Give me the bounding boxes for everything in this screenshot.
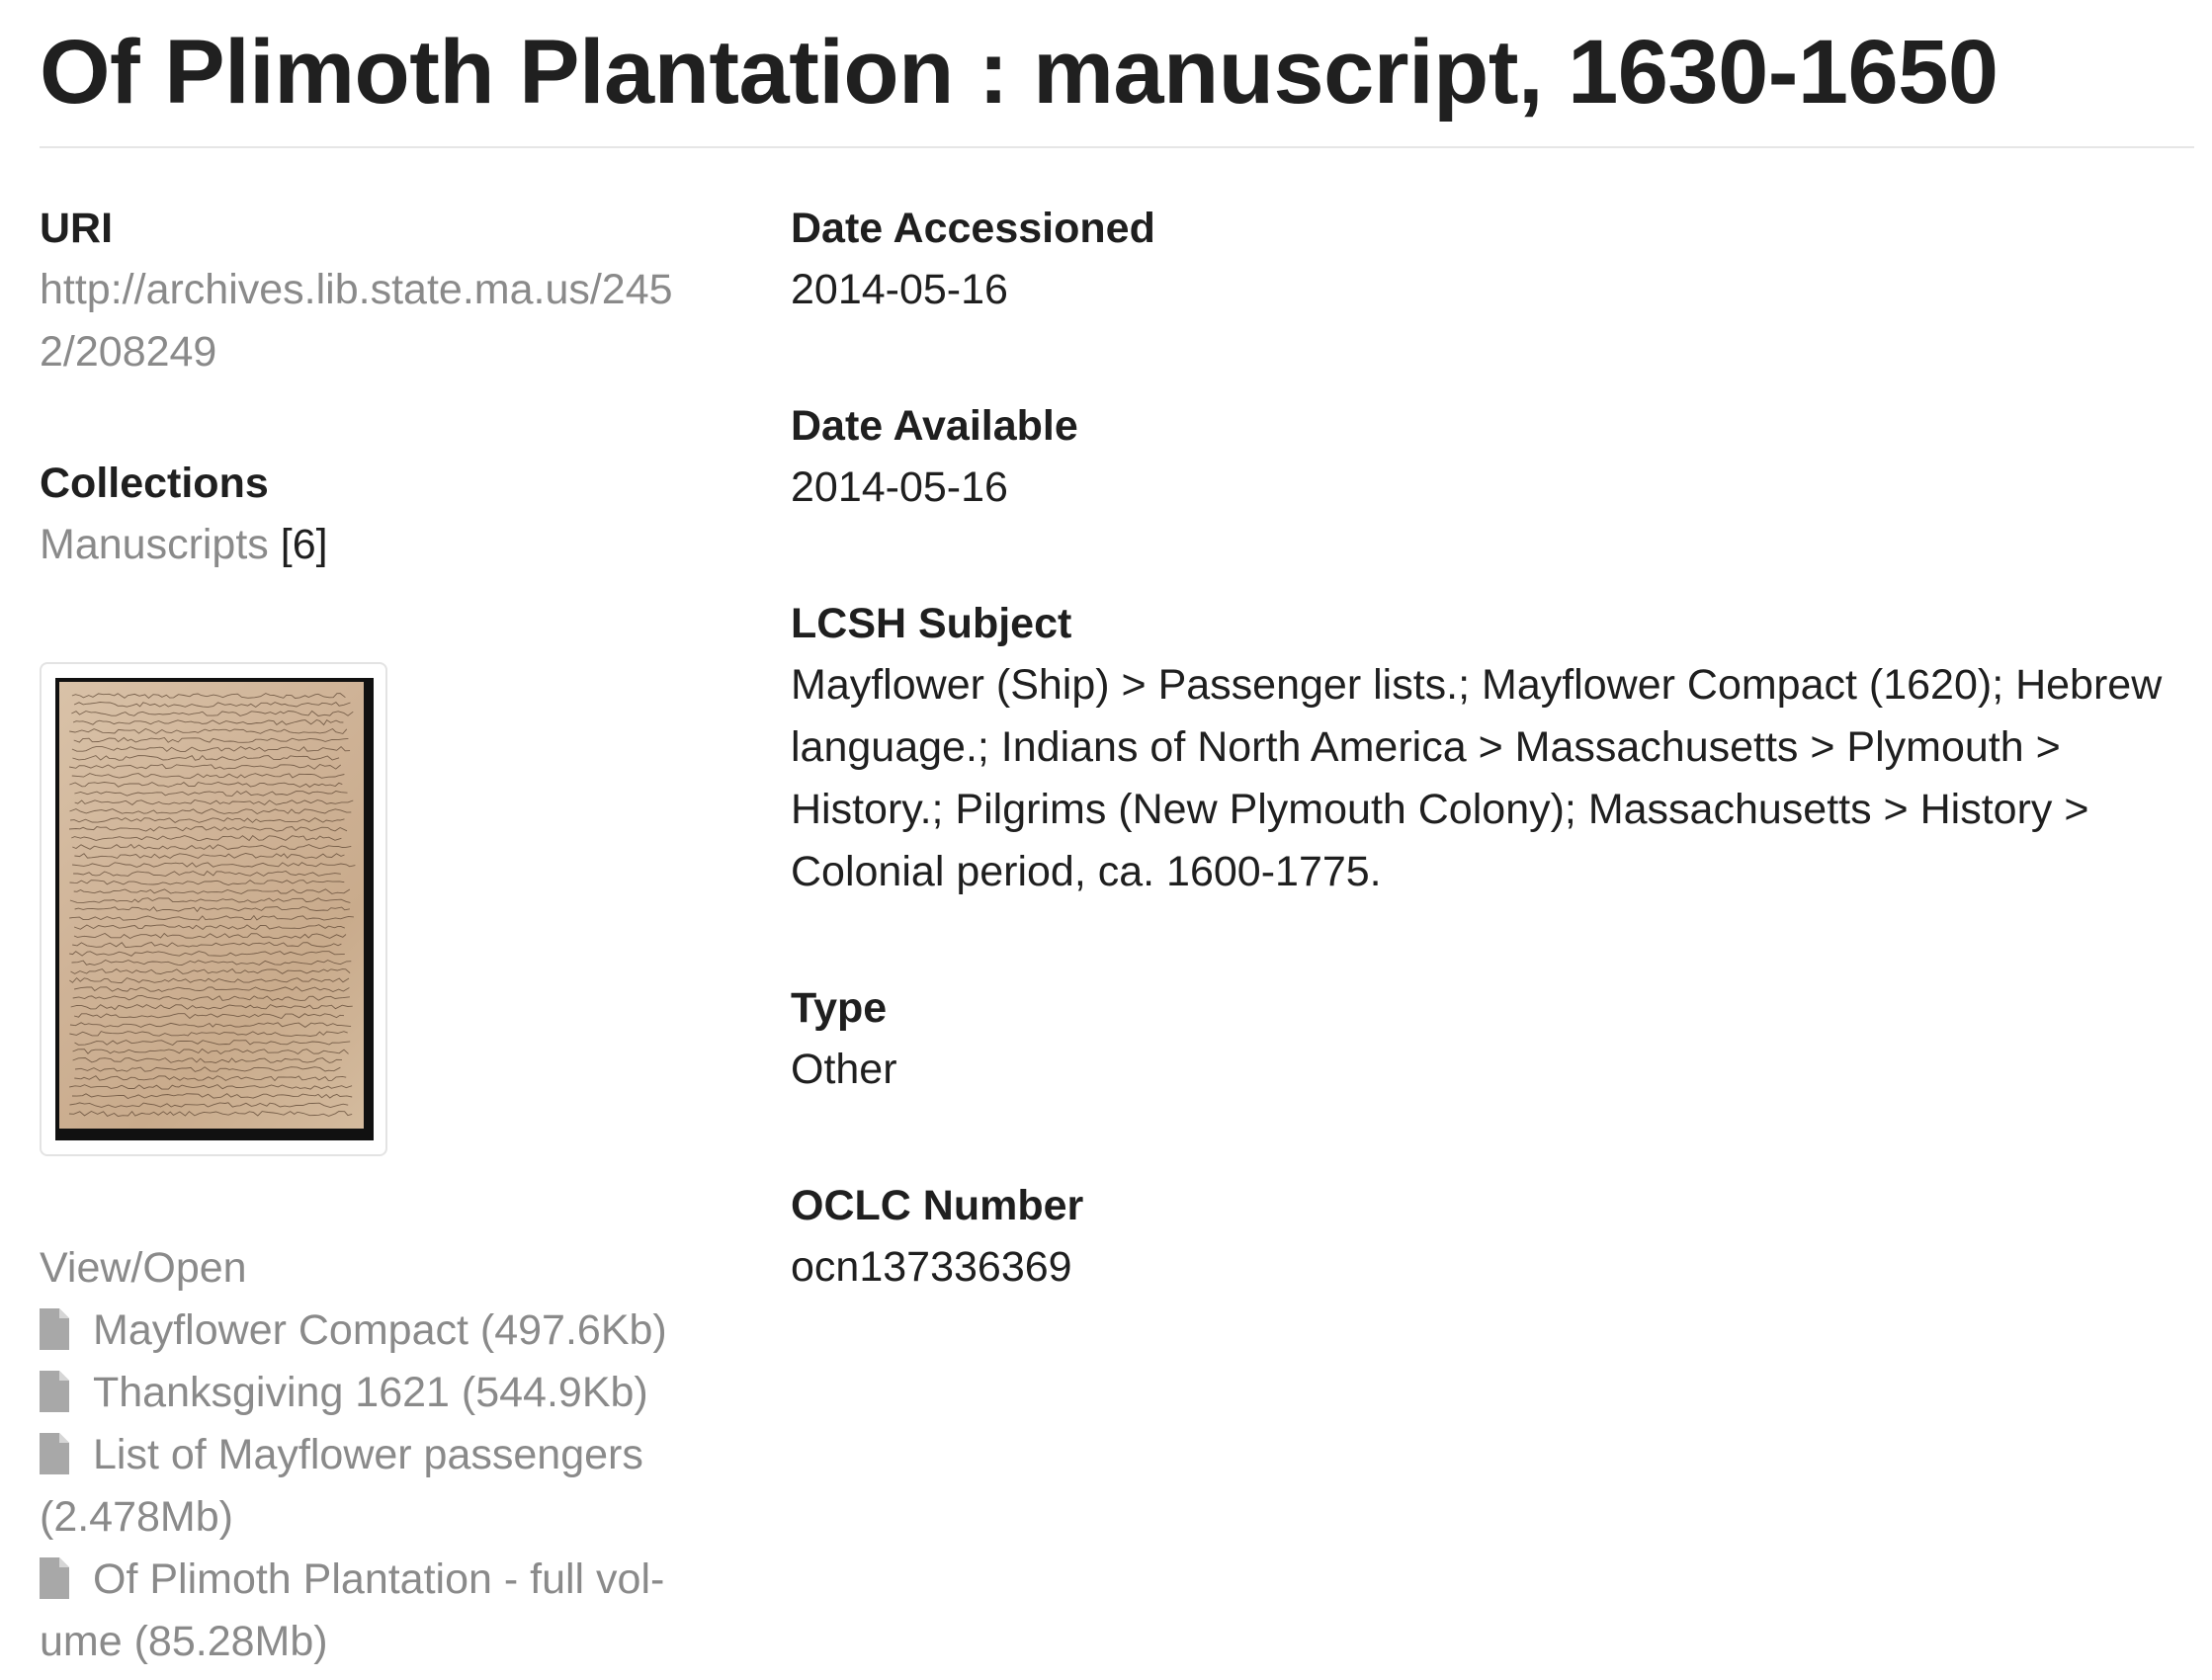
handwriting-line xyxy=(74,799,354,805)
manuscript-page-image xyxy=(59,682,364,1129)
date-accessioned-label: Date Accessioned xyxy=(791,205,1155,252)
handwriting-line xyxy=(71,959,352,966)
oclc-number-value: ocn137336369 xyxy=(791,1243,1072,1291)
handwriting-line xyxy=(74,906,350,913)
lcsh-subject-label: LCSH Subject xyxy=(791,600,1072,647)
collections-section: Collections Manuscripts [6] xyxy=(40,453,328,576)
handwriting-line xyxy=(73,924,345,930)
handwriting-line xyxy=(69,914,354,921)
file-icon xyxy=(40,1557,69,1599)
date-available-section: Date Available 2014-05-16 xyxy=(791,395,2194,519)
handwriting-line xyxy=(71,745,351,752)
file-link-full-volume[interactable]: Of Plimoth Plantation - full vol-ume (85… xyxy=(40,1549,712,1673)
uri-label: URI xyxy=(40,205,114,252)
handwriting-line xyxy=(69,782,343,788)
handwriting-line xyxy=(73,736,349,743)
handwriting-line xyxy=(69,808,352,815)
file-link-thanksgiving-1621[interactable]: Thanksgiving 1621 (544.9Kb) xyxy=(40,1362,712,1424)
view-open-label: View/Open xyxy=(40,1244,247,1292)
handwriting-line xyxy=(70,817,345,823)
file-link-passenger-list[interactable]: List of Mayflower passengers (2.478Mb) xyxy=(40,1424,712,1549)
type-value: Other xyxy=(791,1046,897,1093)
date-available-value: 2014-05-16 xyxy=(791,463,1008,511)
handwriting-lines xyxy=(68,693,356,1117)
page-title: Of Plimoth Plantation : manuscript, 1630… xyxy=(40,22,1999,123)
type-label: Type xyxy=(791,984,888,1032)
manuscript-thumbnail[interactable] xyxy=(40,662,387,1156)
handwriting-line xyxy=(69,976,350,983)
date-accessioned-section: Date Accessioned 2014-05-16 xyxy=(791,198,2194,321)
handwriting-line xyxy=(69,1084,353,1090)
handwriting-line xyxy=(71,1093,353,1100)
handwriting-line xyxy=(72,754,340,761)
handwriting-line xyxy=(68,1110,353,1117)
handwriting-line xyxy=(73,870,341,877)
view-open-section: View/Open Mayflower Compact (497.6Kb) Th… xyxy=(40,1237,712,1673)
handwriting-line xyxy=(71,693,346,699)
handwriting-line xyxy=(69,880,345,885)
handwriting-line xyxy=(73,1013,345,1020)
handwriting-line xyxy=(72,1048,349,1055)
collections-label: Collections xyxy=(40,460,269,507)
handwriting-line xyxy=(74,1040,351,1047)
handwriting-line xyxy=(69,1031,348,1037)
handwriting-line xyxy=(74,853,345,859)
handwriting-line xyxy=(69,763,341,770)
handwriting-line xyxy=(69,1102,349,1108)
handwriting-line xyxy=(73,702,351,709)
handwriting-line xyxy=(73,888,351,894)
handwriting-line xyxy=(72,843,352,850)
handwriting-line xyxy=(72,1057,343,1063)
handwriting-line xyxy=(71,834,342,842)
handwriting-line xyxy=(68,826,348,832)
handwriting-line xyxy=(74,1075,347,1082)
file-icon xyxy=(40,1371,69,1412)
handwriting-line xyxy=(70,1004,353,1011)
oclc-number-section: OCLC Number ocn137336369 xyxy=(791,1175,2194,1299)
oclc-number-label: OCLC Number xyxy=(791,1182,1084,1229)
handwriting-line xyxy=(74,1066,341,1072)
lcsh-subject-value: Mayflower (Ship) > Passenger lists.; May… xyxy=(791,661,2163,895)
date-available-label: Date Available xyxy=(791,402,1078,450)
right-column: Date Accessioned 2014-05-16 Date Availab… xyxy=(791,198,2194,1373)
handwriting-line xyxy=(72,862,356,868)
title-divider xyxy=(40,146,2194,148)
item-page: Of Plimoth Plantation : manuscript, 1630… xyxy=(40,0,2194,1680)
thumbnail-frame xyxy=(55,678,374,1140)
file-link-mayflower-compact[interactable]: Mayflower Compact (497.6Kb) xyxy=(40,1300,712,1362)
handwriting-line xyxy=(72,995,350,1001)
handwriting-line xyxy=(71,710,354,716)
uri-section: URI http://archives.lib.state.ma.us/2452… xyxy=(40,198,692,383)
file-icon xyxy=(40,1433,69,1474)
collection-count: [6] xyxy=(280,521,328,568)
handwriting-line xyxy=(73,932,347,940)
lcsh-subject-section: LCSH Subject Mayflower (Ship) > Passenge… xyxy=(791,593,2194,903)
handwriting-line xyxy=(69,897,351,903)
handwriting-line xyxy=(72,942,342,948)
handwriting-line xyxy=(69,951,345,957)
handwriting-line xyxy=(72,718,344,726)
handwriting-line xyxy=(69,727,348,734)
handwriting-line xyxy=(74,791,348,797)
collection-link-manuscripts[interactable]: Manuscripts xyxy=(40,521,269,568)
handwriting-line xyxy=(71,773,345,779)
handwriting-line xyxy=(74,986,350,992)
handwriting-line xyxy=(70,967,351,974)
handwriting-line xyxy=(69,1022,352,1028)
uri-link[interactable]: http://archives.lib.state.ma.us/2452/208… xyxy=(40,266,673,376)
file-icon xyxy=(40,1308,69,1350)
type-section: Type Other xyxy=(791,977,2194,1101)
date-accessioned-value: 2014-05-16 xyxy=(791,266,1008,313)
